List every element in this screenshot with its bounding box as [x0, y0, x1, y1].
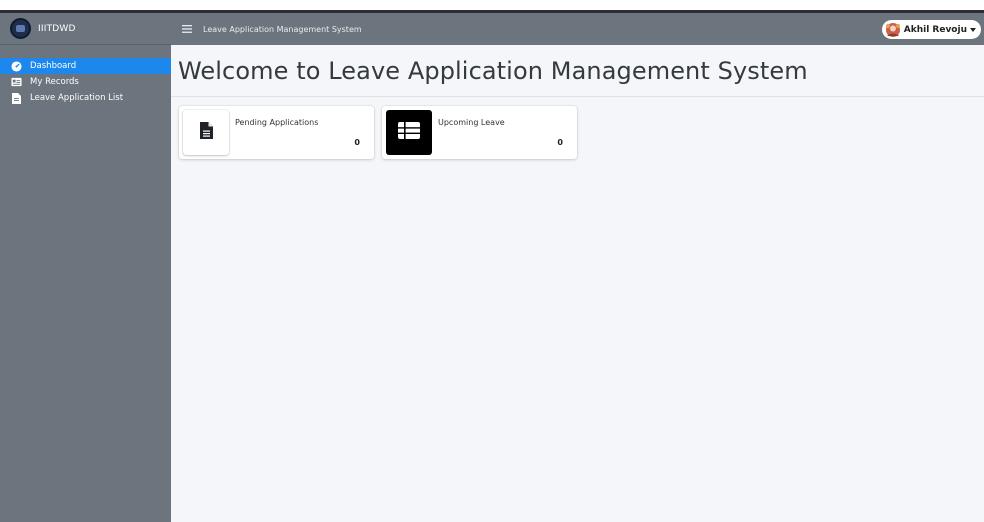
main-content: Welcome to Leave Application Management … — [171, 45, 984, 522]
sidebar-item-label: Leave Application List — [30, 93, 124, 103]
file-icon — [11, 92, 22, 104]
brand-name: IIITDWD — [38, 23, 76, 34]
info-box-value: 0 — [557, 138, 563, 147]
sidebar-item-label: Dashboard — [30, 61, 77, 71]
info-box-pending-applications[interactable]: Pending Applications 0 — [179, 106, 374, 159]
top-navbar: Leave Application Management System Akhi… — [171, 13, 984, 45]
info-box-label: Pending Applications — [235, 118, 319, 127]
page-title: Welcome to Leave Application Management … — [178, 56, 808, 85]
sidebar-item-leave-application-list[interactable]: Leave Application List — [0, 90, 171, 106]
user-name: Akhil Revoju — [903, 24, 967, 35]
sidebar: IIITDWD Dashboard My Records Leave Appli… — [0, 13, 171, 522]
menu-toggle-icon[interactable] — [181, 23, 193, 35]
table-icon — [398, 122, 420, 143]
sidebar-nav: Dashboard My Records Leave Application L… — [0, 58, 171, 106]
page-header: Welcome to Leave Application Management … — [171, 45, 984, 97]
sidebar-item-dashboard[interactable]: Dashboard — [0, 58, 171, 74]
info-boxes: Pending Applications 0 Upcoming Leave 0 — [179, 106, 585, 159]
brand-logo-icon — [10, 18, 31, 39]
info-box-icon-wrap — [183, 110, 229, 155]
info-box-label: Upcoming Leave — [438, 118, 505, 127]
sidebar-item-my-records[interactable]: My Records — [0, 74, 171, 90]
tachometer-icon — [11, 60, 22, 72]
brand-link[interactable]: IIITDWD — [0, 13, 171, 45]
window-top-strip — [0, 0, 984, 10]
info-box-value: 0 — [354, 138, 360, 147]
sidebar-item-label: My Records — [30, 77, 79, 87]
user-menu-dropdown[interactable]: Akhil Revoju — [881, 20, 981, 39]
info-box-icon-wrap — [386, 110, 432, 155]
caret-down-icon — [970, 27, 976, 32]
info-box-upcoming-leave[interactable]: Upcoming Leave 0 — [382, 106, 577, 159]
avatar — [884, 22, 902, 38]
navbar-title[interactable]: Leave Application Management System — [203, 25, 362, 34]
id-card-icon — [11, 77, 22, 88]
file-icon — [199, 122, 213, 143]
